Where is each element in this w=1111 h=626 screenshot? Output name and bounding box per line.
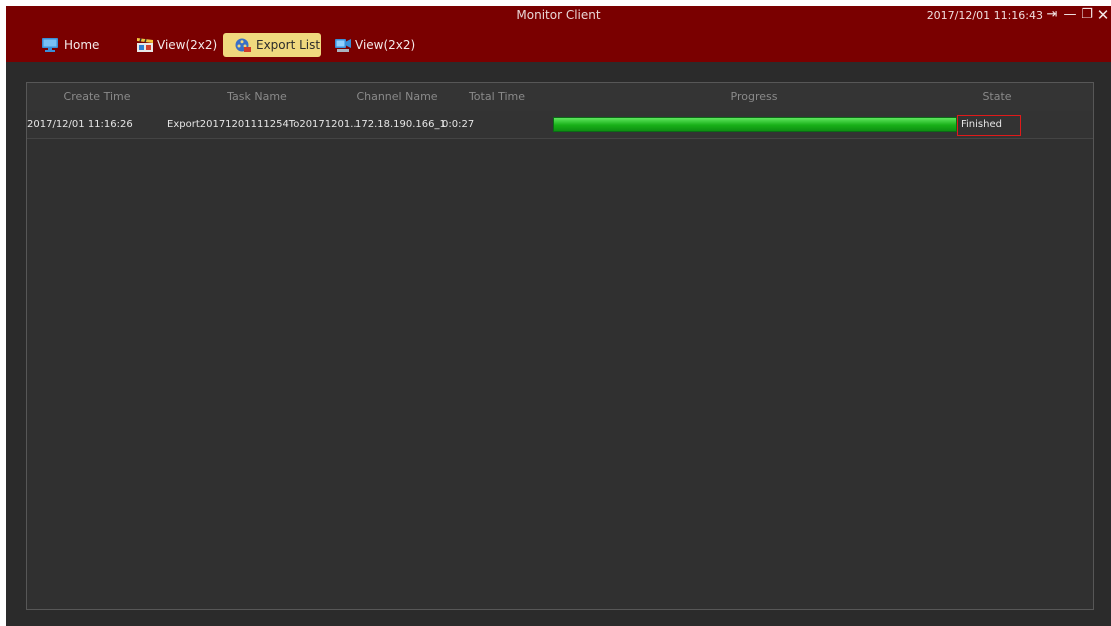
export-reel-icon [235, 38, 251, 52]
tab-export-list[interactable]: Export List [223, 33, 321, 57]
table-header: Create Time Task Name Channel Name Total… [27, 83, 1093, 112]
progress-bar [553, 117, 957, 132]
cell-task-name: Export20171201111254To20171201... [167, 119, 360, 130]
clock: 2017/12/01 11:16:43 [926, 9, 1043, 22]
tab-view-2x2-label: View(2x2) [157, 38, 218, 52]
monitor-icon [42, 38, 58, 52]
progress-bar-fill [554, 118, 956, 131]
close-button[interactable]: ✕ [1094, 6, 1111, 24]
column-header-progress[interactable]: Progress [553, 83, 955, 111]
table-row[interactable]: 2017/12/01 11:16:26 Export20171201111254… [27, 111, 1093, 139]
column-header-channel-name[interactable]: Channel Name [347, 83, 447, 111]
title-bar: Monitor Client 2017/12/01 11:16:43 ⇥ — ❐… [6, 6, 1111, 62]
cell-channel-name: 172.18.190.166_1 [355, 119, 446, 130]
tab-view-2x2-label: View(2x2) [355, 38, 416, 52]
tab-view-2x2-second[interactable]: View(2x2) [328, 33, 418, 57]
export-list-table: Create Time Task Name Channel Name Total… [26, 82, 1094, 610]
clapperboard-icon [137, 38, 153, 52]
column-header-create-time[interactable]: Create Time [27, 83, 167, 111]
logout-icon[interactable]: ⇥ [1043, 6, 1061, 24]
cell-create-time: 2017/12/01 11:16:26 [27, 119, 133, 130]
tab-view-2x2-first[interactable]: View(2x2) [130, 33, 220, 57]
column-header-task-name[interactable]: Task Name [167, 83, 347, 111]
cell-total-time: 0:0:27 [442, 119, 475, 130]
tab-home[interactable]: Home [32, 33, 112, 57]
monitor-client-window: Monitor Client 2017/12/01 11:16:43 ⇥ — ❐… [6, 6, 1111, 626]
tab-export-list-label: Export List [256, 38, 321, 52]
cell-state: Finished [961, 119, 1002, 130]
minimize-button[interactable]: — [1061, 6, 1079, 24]
column-header-state[interactable]: State [957, 83, 1037, 111]
video-camera-icon [335, 39, 351, 52]
column-header-total-time[interactable]: Total Time [447, 83, 547, 111]
tab-home-label: Home [64, 38, 100, 52]
